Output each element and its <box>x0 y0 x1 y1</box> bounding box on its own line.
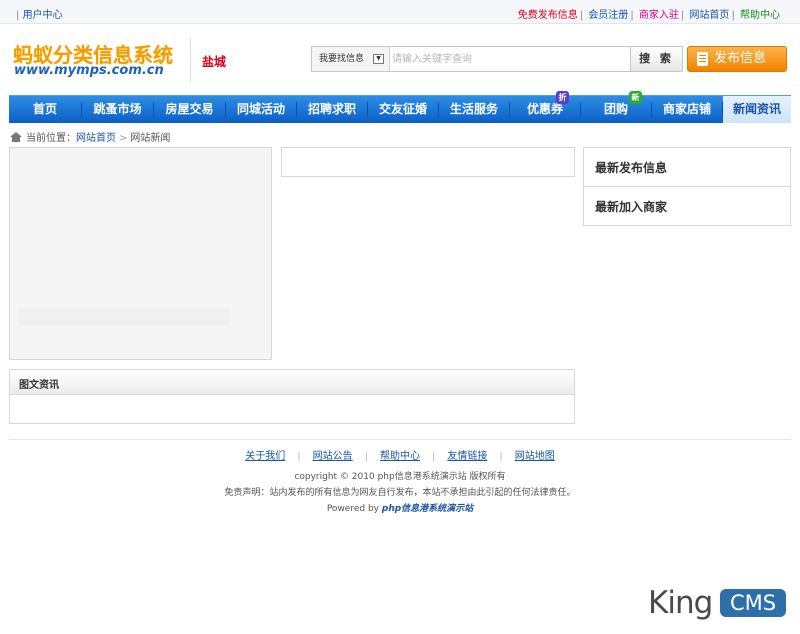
nav-item-shops[interactable]: 商家店铺 <box>652 96 722 123</box>
nav-item-housing[interactable]: 房屋交易 <box>154 96 225 123</box>
latest-merchants-panel: 最新加入商家 <box>583 186 791 226</box>
merchant-join-link[interactable]: 商家入驻 <box>639 10 679 21</box>
footer-link-friends[interactable]: 友情链接 <box>447 451 487 462</box>
footer-links: 关于我们 | 网站公告 | 帮助中心 | 友情链接 | 网站地图 <box>245 451 555 462</box>
free-post-link[interactable]: 免费发布信息 <box>518 10 578 21</box>
nav-item-coupons-label: 优惠券 <box>526 102 563 116</box>
footer-link-about[interactable]: 关于我们 <box>245 451 285 462</box>
help-center-link[interactable]: 帮助中心 <box>740 10 780 21</box>
nav-item-local-events[interactable]: 同城活动 <box>226 96 296 123</box>
main-nav: 首页 跳蚤市场 房屋交易 同城活动 招聘求职 交友征婚 生活服务 优惠券 折 团… <box>9 91 791 123</box>
breadcrumb-prefix: 当前位置： <box>26 133 76 144</box>
post-info-button[interactable]: 发布信息 <box>687 46 787 72</box>
latest-merchants-title: 最新加入商家 <box>595 200 668 214</box>
search-bar: 我要找信息 ▼ 搜 索 <box>311 46 683 72</box>
slideshow-caption-bar <box>18 308 230 326</box>
search-scope-label: 我要找信息 <box>319 54 365 64</box>
breadcrumb-current: 网站新闻 <box>130 133 171 144</box>
top-bar-left: | 用户中心 <box>16 10 63 21</box>
footer-link-sitemap[interactable]: 网站地图 <box>515 451 555 462</box>
latest-posts-title: 最新发布信息 <box>595 161 668 175</box>
news-headline-box <box>281 147 575 177</box>
home-icon <box>10 132 22 142</box>
breadcrumb: 当前位置：网站首页 > 网站新闻 <box>10 129 170 144</box>
site-home-link[interactable]: 网站首页 <box>689 10 729 21</box>
logo-domain[interactable]: www.mymps.com.cn <box>14 63 164 78</box>
nav-item-group-buy-label: 团购 <box>603 102 628 116</box>
new-badge: 新 <box>629 91 642 104</box>
footer-divider <box>9 439 791 440</box>
watermark-text-king: King <box>648 585 713 621</box>
nav-item-home[interactable]: 首页 <box>9 96 81 123</box>
footer-copyright: copyright © 2010 php信息港系统演示站 版权所有 <box>294 472 506 482</box>
footer-link-help[interactable]: 帮助中心 <box>380 451 420 462</box>
nav-item-life-services[interactable]: 生活服务 <box>439 96 509 123</box>
search-input[interactable] <box>392 49 597 69</box>
news-slideshow[interactable] <box>9 147 272 360</box>
logo-divider <box>190 38 191 82</box>
chevron-right-icon: > <box>119 133 128 144</box>
photo-news-body <box>9 394 575 424</box>
photo-news-title: 图文资讯 <box>19 380 59 391</box>
nav-item-coupons[interactable]: 优惠券 折 <box>510 91 580 123</box>
document-icon <box>697 52 708 66</box>
user-center-link[interactable]: 用户中心 <box>23 10 63 21</box>
powered-by-label: Powered by <box>326 504 379 514</box>
watermark-text-cms: CMS <box>720 589 786 617</box>
post-info-label: 发布信息 <box>714 51 767 66</box>
chevron-down-icon: ▼ <box>373 54 384 64</box>
nav-item-news[interactable]: 新闻资讯 <box>723 96 791 123</box>
footer-powered: Powered by php信息港系统演示站 <box>0 501 800 514</box>
nav-item-group-buy[interactable]: 团购 新 <box>581 91 651 123</box>
powered-by-link[interactable]: php信息港系统演示站 <box>382 504 473 514</box>
register-link[interactable]: 会员注册 <box>588 10 628 21</box>
breadcrumb-home-link[interactable]: 网站首页 <box>76 133 116 144</box>
search-button[interactable]: 搜 索 <box>630 47 682 71</box>
photo-news-header: 图文资讯 <box>9 369 575 395</box>
search-scope-select[interactable]: 我要找信息 ▼ <box>312 47 390 71</box>
city-selector[interactable]: 盐城 <box>202 53 226 70</box>
nav-item-dating[interactable]: 交友征婚 <box>368 96 438 123</box>
footer-link-announcements[interactable]: 网站公告 <box>313 451 353 462</box>
top-bar-links: 免费发布信息 | 会员注册 | 商家入驻 | 网站首页 | 帮助中心 <box>517 10 780 21</box>
nav-item-flea-market[interactable]: 跳蚤市场 <box>82 96 153 123</box>
footer-disclaimer: 免责声明：站内发布的所有信息为网友自行发布，本站不承担由此引起的任何法律责任。 <box>224 488 576 498</box>
top-bar: | 用户中心 免费发布信息 | 会员注册 | 商家入驻 | 网站首页 | 帮助中心 <box>0 0 800 24</box>
latest-posts-panel: 最新发布信息 <box>583 147 791 187</box>
discount-badge: 折 <box>556 91 569 104</box>
nav-item-jobs[interactable]: 招聘求职 <box>297 96 367 123</box>
